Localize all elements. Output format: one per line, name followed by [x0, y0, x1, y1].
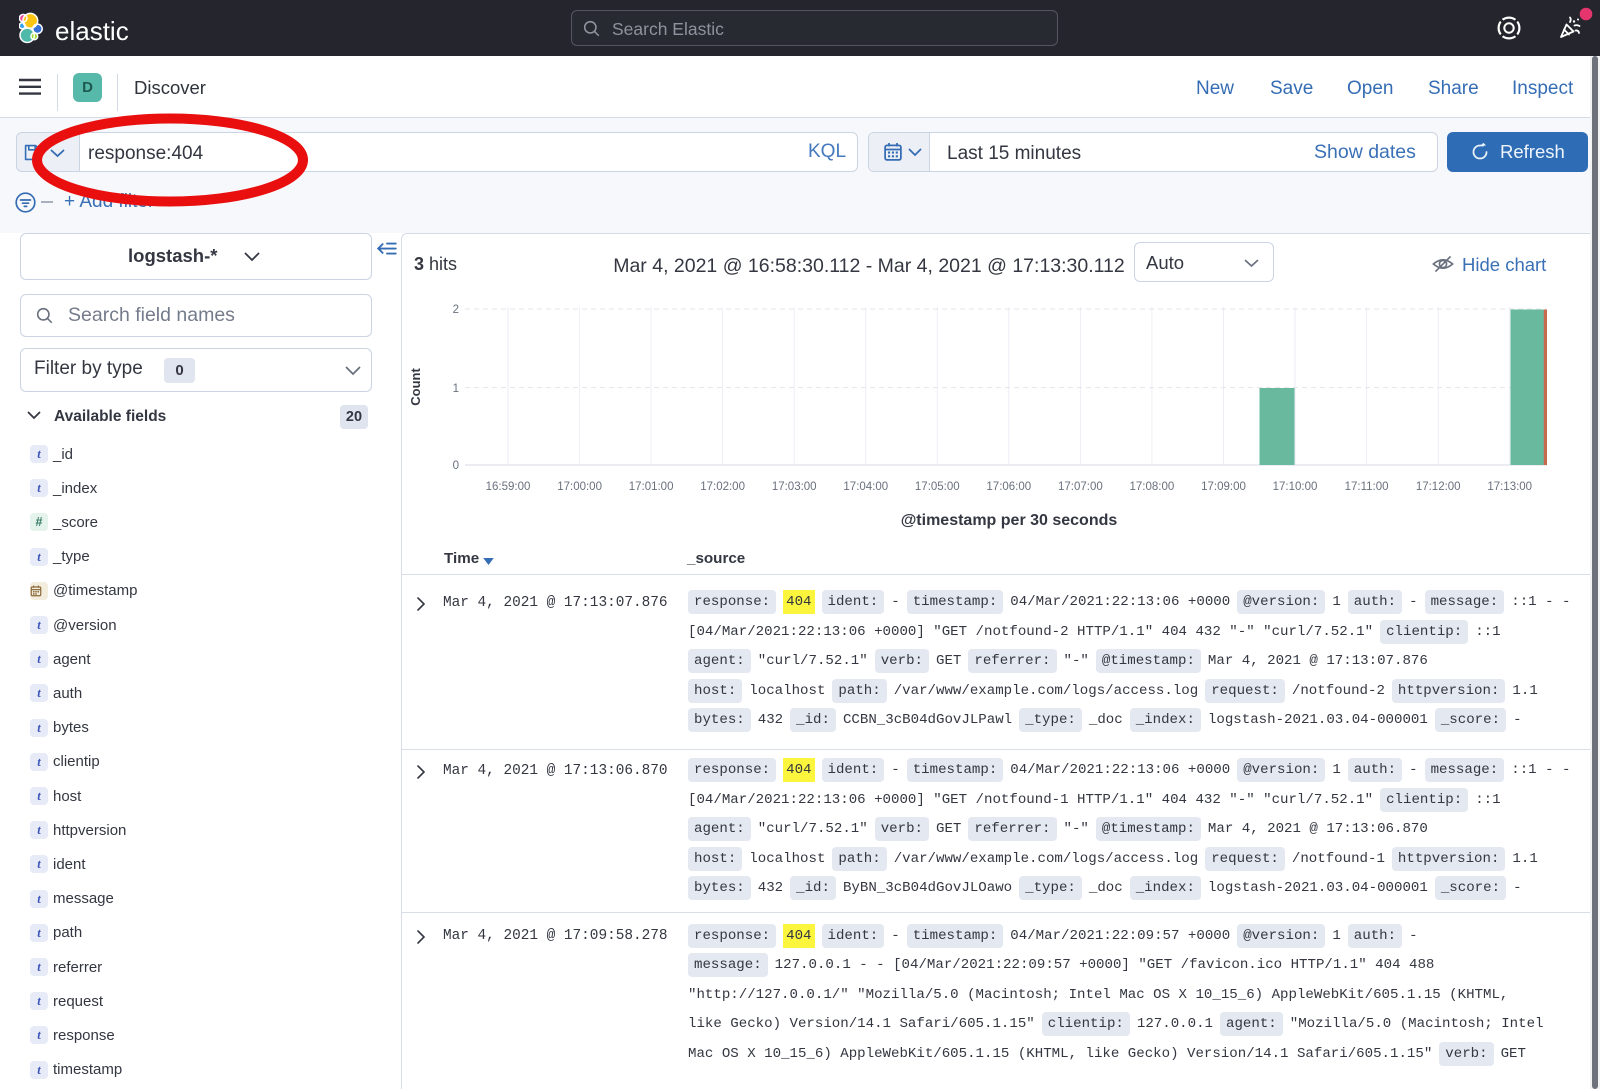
svg-text:1: 1	[453, 383, 459, 395]
svg-text:17:13:00: 17:13:00	[1487, 481, 1532, 493]
svg-text:2: 2	[453, 304, 459, 316]
svg-text:17:12:00: 17:12:00	[1416, 481, 1461, 493]
svg-text:16:59:00: 16:59:00	[486, 481, 531, 493]
svg-text:17:04:00: 17:04:00	[843, 481, 888, 493]
svg-text:17:02:00: 17:02:00	[700, 481, 745, 493]
svg-text:17:00:00: 17:00:00	[557, 481, 602, 493]
svg-text:0: 0	[453, 460, 459, 472]
svg-text:17:05:00: 17:05:00	[915, 481, 960, 493]
svg-text:17:08:00: 17:08:00	[1130, 481, 1175, 493]
svg-text:Count: Count	[408, 368, 423, 406]
svg-text:17:07:00: 17:07:00	[1058, 481, 1103, 493]
svg-text:17:11:00: 17:11:00	[1345, 481, 1389, 493]
svg-text:17:03:00: 17:03:00	[772, 481, 817, 493]
svg-text:17:01:00: 17:01:00	[629, 481, 674, 493]
svg-text:17:06:00: 17:06:00	[986, 481, 1031, 493]
svg-text:17:10:00: 17:10:00	[1273, 481, 1318, 493]
svg-text:17:09:00: 17:09:00	[1201, 481, 1246, 493]
